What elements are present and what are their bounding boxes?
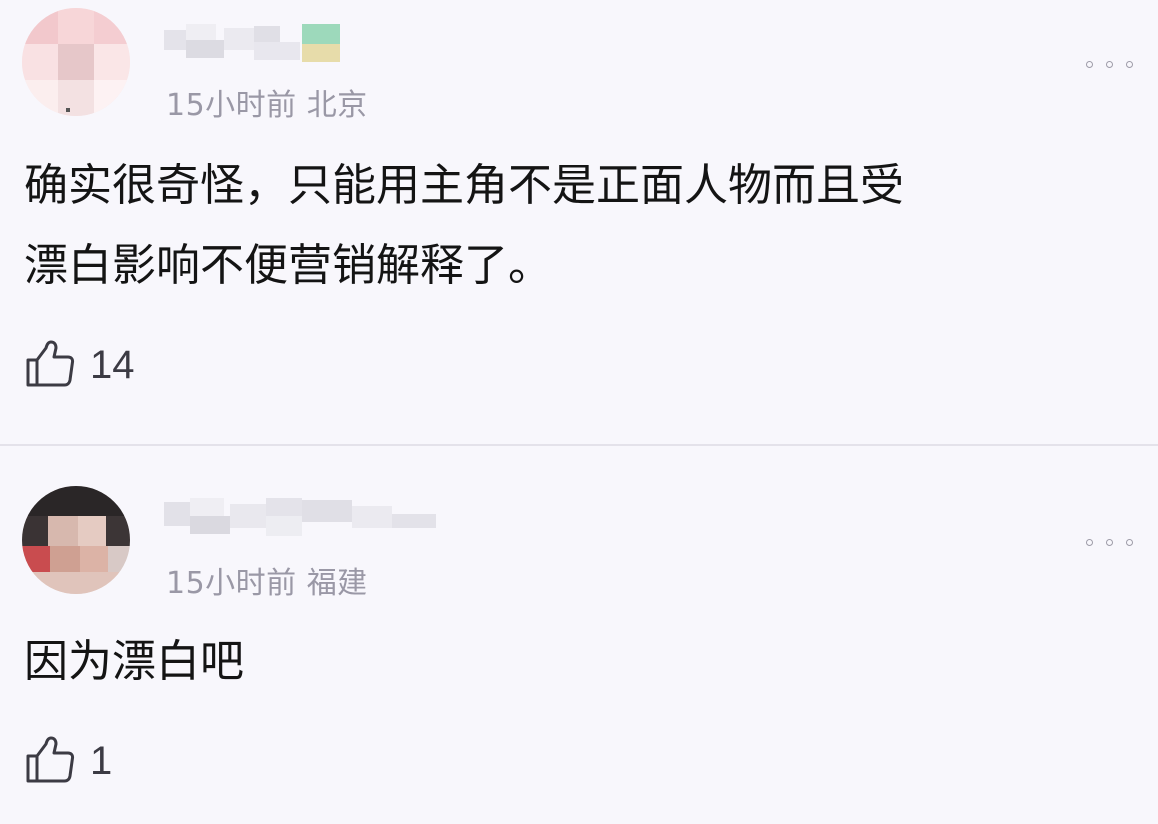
more-dots-icon[interactable] <box>1086 538 1134 548</box>
avatar[interactable] <box>22 8 130 116</box>
comment-item: 15小时前 北京 确实很奇怪，只能用主角不是正面人物而且受 漂白影响不便营销解释了… <box>0 0 1158 445</box>
avatar[interactable] <box>22 486 130 594</box>
like-count: 14 <box>90 343 135 387</box>
comment-item: 15小时前 福建 因为漂白吧 1 <box>0 446 1158 824</box>
comment-location: 北京 <box>306 88 368 123</box>
comment-meta: 15小时前 福建 <box>166 558 368 602</box>
comment-time: 15小时前 <box>166 566 297 601</box>
more-dots-icon[interactable] <box>1086 60 1134 70</box>
comment-text-line: 因为漂白吧 <box>24 636 244 687</box>
comment-text-line: 确实很奇怪，只能用主角不是正面人物而且受 <box>24 160 904 211</box>
username-blurred[interactable] <box>164 498 436 536</box>
comment-meta: 15小时前 北京 <box>166 80 368 124</box>
thumbs-up-icon <box>26 340 75 387</box>
comment-location: 福建 <box>306 566 368 601</box>
username-blurred[interactable] <box>164 24 340 62</box>
comment-text: 确实很奇怪，只能用主角不是正面人物而且受 漂白影响不便营销解释了。 <box>24 146 904 306</box>
thumbs-up-icon <box>26 736 75 783</box>
like-count: 1 <box>90 739 113 783</box>
comment-text-line: 漂白影响不便营销解释了。 <box>24 240 552 291</box>
comment-time: 15小时前 <box>166 88 297 123</box>
comment-text: 因为漂白吧 <box>24 622 244 702</box>
